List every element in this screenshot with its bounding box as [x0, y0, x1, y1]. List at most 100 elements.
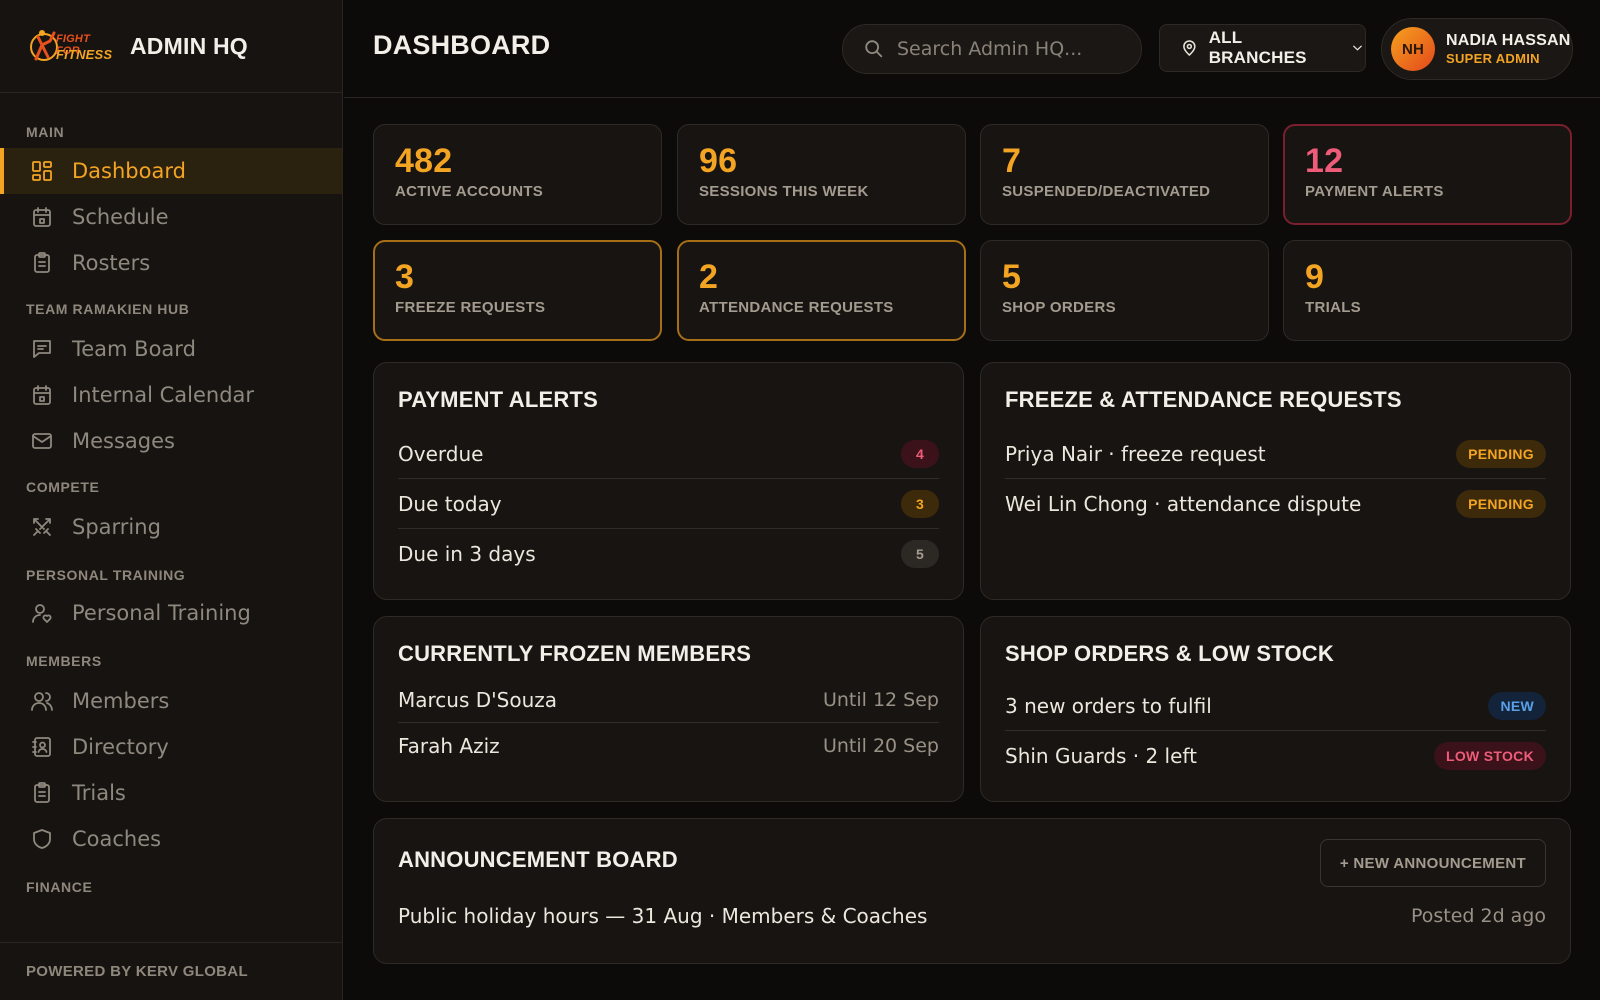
list-item[interactable]: Due in 3 days 5	[398, 529, 939, 579]
stat-value: 12	[1305, 142, 1344, 180]
stat-card-payment-alerts[interactable]: 12 PAYMENT ALERTS	[1283, 124, 1572, 225]
sidebar-item-label: Rosters	[72, 251, 151, 275]
logo-text-bottom: FITNESS	[56, 47, 113, 62]
stat-value: 96	[699, 142, 738, 180]
sidebar-item-sparring[interactable]: Sparring	[0, 504, 342, 550]
map-pin-icon	[1183, 40, 1196, 57]
sidebar-item-internal-calendar[interactable]: Internal Calendar	[0, 372, 342, 418]
page-title: DASHBOARD	[373, 30, 551, 60]
sidebar-item-messages[interactable]: Messages	[0, 418, 342, 464]
stat-label: TRIALS	[1305, 299, 1361, 316]
member-name: Marcus D'Souza	[398, 687, 558, 712]
new-announcement-button[interactable]: + NEW ANNOUNCEMENT	[1319, 839, 1546, 887]
user-role: SUPER ADMIN	[1446, 51, 1540, 66]
mail-icon	[32, 433, 52, 449]
contact-book-icon	[32, 737, 51, 757]
stat-value: 482	[395, 142, 453, 180]
list-item[interactable]: Due today 3	[398, 479, 939, 529]
status-badge: PENDING	[1456, 490, 1546, 518]
sidebar-item-label: Sparring	[72, 515, 161, 539]
stat-value: 7	[1002, 142, 1022, 180]
sidebar-item-coaches[interactable]: Coaches	[0, 816, 342, 862]
sidebar-item-schedule[interactable]: Schedule	[0, 194, 342, 240]
stat-card-freeze-requests[interactable]: 3 FREEZE REQUESTS	[373, 240, 662, 341]
section-label-finance: FINANCE	[26, 879, 93, 895]
member-name: Farah Aziz	[398, 734, 500, 758]
stat-label: SESSIONS THIS WEEK	[699, 183, 869, 200]
stat-label: FREEZE REQUESTS	[395, 299, 546, 316]
frozen-until: Until 12 Sep	[822, 688, 939, 711]
list-item[interactable]: Priya Nair · freeze request PENDING	[1005, 429, 1546, 479]
chevron-down-icon	[1353, 45, 1362, 51]
fight-for-fitness-logo: FIGHT FOR FITNESS	[28, 23, 116, 69]
sidebar-item-label: Trials	[72, 781, 126, 805]
row-label: Due in 3 days	[398, 542, 536, 566]
sidebar: FIGHT FOR FITNESS ADMIN HQ MAIN Dashboar…	[0, 0, 343, 1000]
status-badge: PENDING	[1456, 439, 1546, 468]
sidebar-item-trials[interactable]: Trials	[0, 770, 342, 816]
row-label: Due today	[398, 491, 502, 516]
user-menu[interactable]: NH NADIA HASSAN SUPER ADMIN	[1381, 18, 1573, 80]
stat-value: 5	[1002, 258, 1022, 296]
section-label-main: MAIN	[26, 124, 65, 140]
sidebar-item-dashboard[interactable]: Dashboard	[0, 148, 342, 194]
stat-card-attendance-requests[interactable]: 2 ATTENDANCE REQUESTS	[677, 240, 966, 341]
freeze-attendance-panel: FREEZE & ATTENDANCE REQUESTS Priya Nair …	[980, 362, 1571, 600]
branch-selector[interactable]: ALL BRANCHES	[1159, 24, 1366, 72]
count-badge: 3	[901, 489, 939, 518]
list-item[interactable]: Shin Guards · 2 left LOW STOCK	[1005, 731, 1546, 781]
sidebar-item-rosters[interactable]: Rosters	[0, 240, 342, 286]
row-label: Overdue	[398, 441, 484, 466]
sidebar-item-label: Members	[72, 689, 170, 713]
section-label-personal-training: PERSONAL TRAINING	[26, 567, 186, 583]
announcement-item[interactable]: Public holiday hours — 31 Aug · Members …	[398, 891, 1546, 941]
branch-label: ALL BRANCHES	[1208, 28, 1307, 67]
sidebar-item-label: Dashboard	[72, 159, 186, 183]
sidebar-item-label: Internal Calendar	[72, 383, 255, 407]
sidebar-item-team-board[interactable]: Team Board	[0, 326, 342, 372]
panel-title: FREEZE & ATTENDANCE REQUESTS	[1005, 387, 1402, 412]
calendar-icon	[33, 385, 51, 405]
search-input[interactable]	[897, 38, 1127, 60]
section-label-members: MEMBERS	[26, 653, 102, 669]
section-label-compete: COMPETE	[26, 479, 100, 495]
stat-card-suspended[interactable]: 7 SUSPENDED/DEACTIVATED	[980, 124, 1269, 225]
stat-card-sessions-this-week[interactable]: 96 SESSIONS THIS WEEK	[677, 124, 966, 225]
list-item[interactable]: Marcus D'Souza Until 12 Sep	[398, 677, 939, 723]
list-item[interactable]: Wei Lin Chong · attendance dispute PENDI…	[1005, 479, 1546, 529]
announcement-text: Public holiday hours — 31 Aug · Members …	[398, 904, 928, 928]
sidebar-item-label: Team Board	[72, 337, 196, 361]
top-header: DASHBOARD ALL BRANCHES NH NADIA HASSAN S…	[344, 0, 1600, 98]
sidebar-item-directory[interactable]: Directory	[0, 724, 342, 770]
shop-orders-panel: SHOP ORDERS & LOW STOCK 3 new orders to …	[980, 616, 1571, 802]
user-name: NADIA HASSAN	[1446, 32, 1571, 49]
sidebar-item-label: Personal Training	[72, 601, 251, 625]
calendar-icon	[33, 207, 51, 227]
stat-card-active-accounts[interactable]: 482 ACTIVE ACCOUNTS	[373, 124, 662, 225]
sidebar-nav: MAIN Dashboard Schedule Rosters TEAM RAM…	[0, 93, 342, 898]
stat-label: SUSPENDED/DEACTIVATED	[1002, 183, 1211, 200]
row-label: Shin Guards · 2 left	[1005, 744, 1197, 768]
sidebar-item-label: Directory	[72, 735, 169, 759]
list-item[interactable]: Farah Aziz Until 20 Sep	[398, 723, 939, 769]
clipboard-icon	[34, 782, 50, 803]
stat-card-trials[interactable]: 9 TRIALS	[1283, 240, 1572, 341]
stat-label: ATTENDANCE REQUESTS	[699, 299, 894, 316]
stat-value: 9	[1305, 258, 1325, 296]
message-square-icon	[33, 340, 51, 358]
avatar: NH	[1391, 27, 1435, 71]
stat-value: 3	[395, 258, 415, 296]
stat-card-shop-orders[interactable]: 5 SHOP ORDERS	[980, 240, 1269, 341]
sidebar-item-label: Messages	[72, 429, 175, 453]
list-item[interactable]: 3 new orders to fulfil NEW	[1005, 681, 1546, 731]
announcement-board-panel: ANNOUNCEMENT BOARD + NEW ANNOUNCEMENT Pu…	[373, 818, 1571, 964]
sidebar-item-label: Schedule	[72, 205, 169, 229]
search-box[interactable]	[842, 24, 1142, 74]
sidebar-item-personal-training[interactable]: Personal Training	[0, 590, 342, 636]
sidebar-item-members[interactable]: Members	[0, 678, 342, 724]
row-label: Wei Lin Chong · attendance dispute	[1005, 492, 1362, 516]
search-icon	[865, 40, 883, 58]
users-icon	[31, 692, 53, 711]
row-label: Priya Nair · freeze request	[1005, 441, 1266, 466]
list-item[interactable]: Overdue 4	[398, 429, 939, 479]
